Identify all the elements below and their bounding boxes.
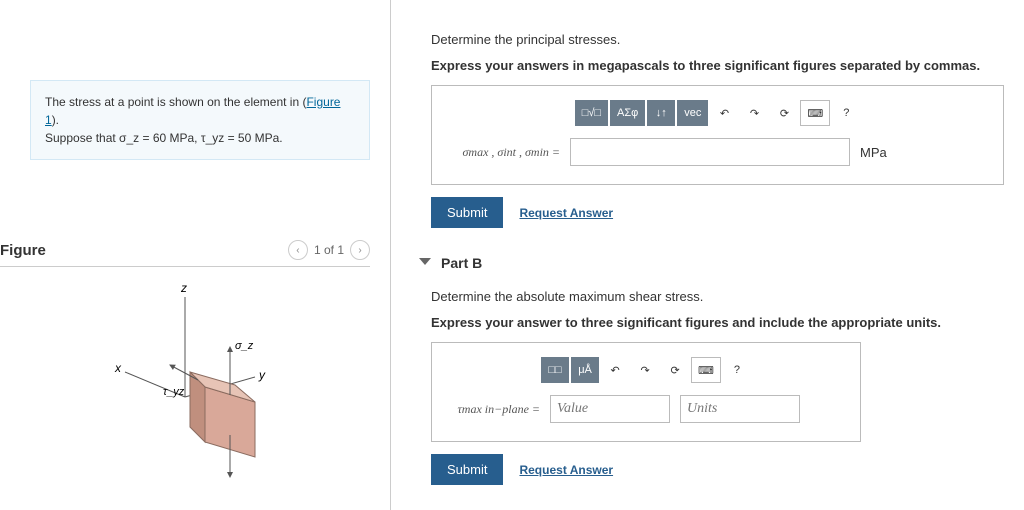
part-b-header: Part B (419, 254, 1004, 271)
part-b-toolbar: □□ μÅ ↶ ↷ ⟳ ⌨ ? (450, 357, 842, 383)
prompt-text-post: ). (52, 113, 59, 127)
axis-y-label: y (258, 368, 266, 382)
part-b-answer-box: □□ μÅ ↶ ↷ ⟳ ⌨ ? τmax in−plane = (431, 342, 861, 442)
figure-heading: Figure (0, 242, 46, 259)
vec-button[interactable]: vec (677, 100, 708, 126)
part-a-request-answer-link[interactable]: Request Answer (519, 206, 613, 220)
part-b-actions: Submit Request Answer (431, 454, 1004, 485)
pager-label: 1 of 1 (314, 243, 344, 257)
pager-next-button[interactable]: › (350, 240, 370, 260)
keyboard-button[interactable]: ⌨ (691, 357, 721, 383)
part-b-request-answer-link[interactable]: Request Answer (519, 463, 613, 477)
part-a-instruction-1: Determine the principal stresses. (431, 30, 1004, 50)
part-a: Determine the principal stresses. Expres… (431, 30, 1004, 228)
axis-z-label: z (180, 281, 187, 295)
part-b-title: Part B (441, 255, 482, 271)
figure-svg: z y x σ_z τ_yz (55, 277, 315, 487)
figure-header: Figure ‹ 1 of 1 › (0, 240, 370, 267)
axis-x-label: x (114, 361, 122, 375)
part-b: Determine the absolute maximum shear str… (431, 287, 1004, 485)
part-a-lhs: σmax , σint , σmin = (450, 145, 560, 160)
left-panel: The stress at a point is shown on the el… (0, 0, 390, 510)
part-b-submit-button[interactable]: Submit (431, 454, 503, 485)
part-b-lhs: τmax in−plane = (450, 402, 540, 417)
part-a-answer-row: σmax , σint , σmin = MPa (450, 138, 985, 166)
part-b-instruction-1: Determine the absolute maximum shear str… (431, 287, 1004, 307)
prompt-text-pre: The stress at a point is shown on the el… (45, 95, 306, 109)
pager-prev-button[interactable]: ‹ (288, 240, 308, 260)
part-b-instruction-2: Express your answer to three significant… (431, 313, 1004, 333)
part-b-answer-row: τmax in−plane = (450, 395, 842, 423)
part-a-answer-box: □√□ ΑΣφ ↓↑ vec ↶ ↷ ⟳ ⌨ ? σmax , σint , σ… (431, 85, 1004, 185)
part-a-actions: Submit Request Answer (431, 197, 1004, 228)
redo-button[interactable]: ↷ (740, 100, 768, 126)
right-panel: Determine the principal stresses. Expres… (390, 0, 1024, 510)
template-button[interactable]: □√□ (575, 100, 608, 126)
sigma-z-label: σ_z (235, 340, 254, 352)
part-a-submit-button[interactable]: Submit (431, 197, 503, 228)
reset-button[interactable]: ⟳ (661, 357, 689, 383)
help-button[interactable]: ? (723, 357, 751, 383)
template-button[interactable]: □□ (541, 357, 569, 383)
suppose-text: Suppose that σ_z = 60 MPa, τ_yz = 50 MPa… (45, 131, 283, 145)
subscript-button[interactable]: ↓↑ (647, 100, 675, 126)
figure-pager: ‹ 1 of 1 › (288, 240, 370, 260)
part-b-units-input[interactable] (680, 395, 800, 423)
part-a-unit: MPa (860, 145, 887, 160)
part-b-disclosure-icon[interactable] (419, 258, 431, 271)
reset-button[interactable]: ⟳ (770, 100, 798, 126)
undo-button[interactable]: ↶ (710, 100, 738, 126)
part-a-instruction-2: Express your answers in megapascals to t… (431, 56, 1004, 76)
undo-button[interactable]: ↶ (601, 357, 629, 383)
units-symbol-button[interactable]: μÅ (571, 357, 599, 383)
redo-button[interactable]: ↷ (631, 357, 659, 383)
part-b-value-input[interactable] (550, 395, 670, 423)
symbols-button[interactable]: ΑΣφ (610, 100, 645, 126)
part-a-toolbar: □√□ ΑΣφ ↓↑ vec ↶ ↷ ⟳ ⌨ ? (450, 100, 985, 126)
problem-statement: The stress at a point is shown on the el… (30, 80, 370, 160)
keyboard-button[interactable]: ⌨ (800, 100, 830, 126)
part-a-input[interactable] (570, 138, 850, 166)
help-button[interactable]: ? (832, 100, 860, 126)
tau-yz-label: τ_yz (163, 386, 185, 398)
